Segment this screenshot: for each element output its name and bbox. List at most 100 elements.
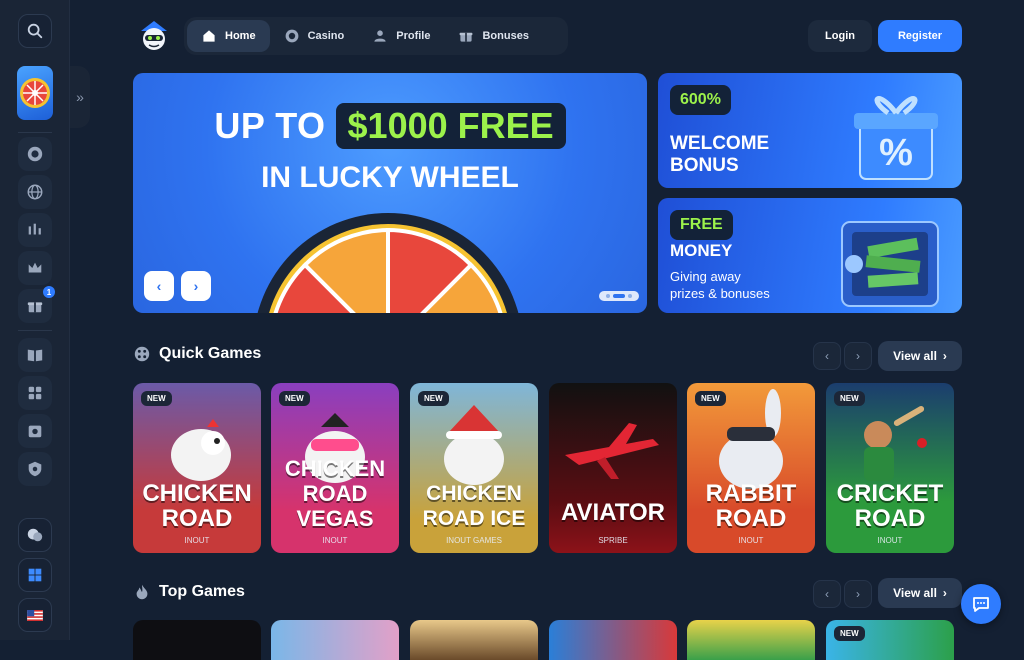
games-icon	[28, 386, 42, 400]
hero-banner-lucky-wheel[interactable]: UP TO $1000 FREE IN LUCKY WHEEL ‹ ›	[133, 73, 647, 313]
sidebar-windows-app[interactable]	[18, 558, 52, 592]
sidebar-vault[interactable]	[18, 414, 52, 448]
game-provider: INOUT	[877, 536, 903, 545]
top-game-card[interactable]	[687, 620, 815, 660]
top-games-prev-button[interactable]: ‹	[813, 580, 841, 608]
support-chat-button[interactable]	[961, 584, 1001, 624]
promo-free-money[interactable]: FREE MONEY Giving away prizes & bonuses	[658, 198, 962, 313]
promo-welcome-title-1: WELCOME	[670, 133, 770, 154]
game-card-aviator[interactable]: AVIATOR SPRIBE	[549, 383, 677, 553]
hero-line1-highlight: $1000 FREE	[335, 103, 566, 149]
sidebar-games[interactable]	[18, 376, 52, 410]
quick-games-header: Quick Games	[133, 345, 261, 363]
hero-line1-prefix: UP TO	[214, 105, 326, 146]
new-badge: NEW	[279, 391, 310, 406]
game-provider: INOUT GAMES	[446, 536, 502, 545]
gift-icon	[27, 302, 43, 313]
us-flag-icon	[27, 609, 43, 621]
game-title: CRICKET ROAD	[836, 480, 944, 532]
promo-free-subtitle-2: prizes & bonuses	[670, 286, 770, 301]
nav-profile-label: Profile	[396, 30, 431, 42]
game-card-rabbit-road[interactable]: NEW RABBIT ROAD INOUT	[687, 383, 815, 553]
new-badge: NEW	[418, 391, 449, 406]
top-game-card[interactable]	[271, 620, 399, 660]
game-card-chicken-road[interactable]: NEW CHICKEN ROAD INOUT	[133, 383, 261, 553]
top-games-title: Top Games	[159, 583, 245, 600]
nav-bonuses-label: Bonuses	[482, 30, 529, 42]
svg-text:%: %	[879, 132, 913, 174]
login-button[interactable]: Login	[808, 20, 872, 52]
hero-prev-button[interactable]: ‹	[144, 271, 174, 301]
sidebar-expand-button[interactable]: »	[70, 66, 90, 128]
promo-welcome-bonus[interactable]: % 600% WELCOME BONUS	[658, 73, 962, 188]
hero-headline: UP TO $1000 FREE	[133, 103, 647, 149]
game-provider: INOUT	[738, 536, 764, 545]
chevron-right-icon: ›	[193, 278, 199, 294]
sidebar-globe[interactable]	[18, 175, 52, 209]
promo-welcome-tag: 600%	[670, 85, 731, 115]
chevron-left-icon: ‹	[156, 278, 162, 294]
flame-icon	[136, 584, 148, 600]
home-icon	[203, 30, 215, 42]
top-games-view-all[interactable]: View all ›	[878, 578, 962, 608]
chevron-left-icon: ‹	[825, 587, 829, 601]
game-title: CHICKEN ROAD	[142, 480, 252, 532]
top-games-header: Top Games	[133, 583, 245, 601]
crown-icon	[28, 262, 42, 273]
quick-games-next-button[interactable]: ›	[844, 342, 872, 370]
lucky-wheel-thumb[interactable]	[17, 66, 53, 120]
nav-casino[interactable]: Casino	[270, 20, 359, 52]
lucky-wheel-graphic	[257, 213, 519, 313]
search-icon	[27, 23, 43, 39]
profile-icon	[374, 30, 386, 42]
sidebar-chat[interactable]	[18, 518, 52, 552]
hero-pagination[interactable]	[599, 291, 639, 301]
airplane-art	[565, 423, 659, 479]
shield-icon	[28, 461, 42, 477]
top-game-card[interactable]	[410, 620, 538, 660]
nav-profile[interactable]: Profile	[358, 20, 444, 52]
top-game-card[interactable]	[133, 620, 261, 660]
new-badge: NEW	[834, 391, 865, 406]
quick-games-prev-button[interactable]: ‹	[813, 342, 841, 370]
top-game-card[interactable]: NEW	[826, 620, 954, 660]
sidebar-rules[interactable]	[18, 338, 52, 372]
book-icon	[27, 349, 43, 362]
sidebar-language[interactable]	[18, 598, 52, 632]
top-games-next-button[interactable]: ›	[844, 580, 872, 608]
game-card-chicken-road-ice[interactable]: NEW CHICKEN ROAD ICE INOUT GAMES	[410, 383, 538, 553]
gift-icon	[460, 32, 473, 42]
quick-games-view-all[interactable]: View all ›	[878, 341, 962, 371]
search-button[interactable]	[18, 14, 52, 48]
nav-home[interactable]: Home	[187, 20, 270, 52]
globe-icon	[27, 184, 43, 200]
new-badge: NEW	[834, 626, 865, 641]
vault-icon	[28, 425, 42, 438]
register-button[interactable]: Register	[878, 20, 962, 52]
promo-welcome-title-2: BONUS	[670, 155, 739, 176]
top-game-card[interactable]	[549, 620, 677, 660]
sidebar-gifts[interactable]: 1	[18, 286, 55, 323]
sidebar-vip[interactable]	[18, 251, 52, 285]
game-title: CHICKEN ROAD VEGAS	[284, 456, 386, 531]
main-nav: Home Casino Profile Bonuses	[184, 17, 568, 55]
game-card-chicken-road-vegas[interactable]: NEW CHICKEN ROAD VEGAS INOUT	[271, 383, 399, 553]
chevron-right-icon: ›	[856, 349, 860, 363]
sidebar-stats[interactable]	[18, 213, 52, 247]
sidebar-security[interactable]	[18, 452, 52, 486]
game-provider: SPRIBE	[598, 536, 628, 545]
game-title: AVIATOR	[560, 499, 665, 526]
double-chevron-right-icon: »	[76, 89, 84, 105]
gift-badge: 1	[43, 286, 55, 298]
chevron-left-icon: ‹	[825, 349, 829, 363]
game-card-cricket-road[interactable]: NEW CRICKET ROAD INOUT	[826, 383, 954, 553]
chat-icon	[973, 597, 989, 612]
hero-next-button[interactable]: ›	[181, 271, 211, 301]
new-badge: NEW	[695, 391, 726, 406]
nav-bonuses[interactable]: Bonuses	[444, 20, 542, 52]
dice-icon	[134, 346, 150, 362]
site-logo[interactable]	[135, 17, 173, 55]
game-title: RABBIT ROAD	[705, 480, 797, 532]
casino-chip-icon	[285, 29, 298, 43]
sidebar-casino[interactable]	[18, 137, 52, 171]
